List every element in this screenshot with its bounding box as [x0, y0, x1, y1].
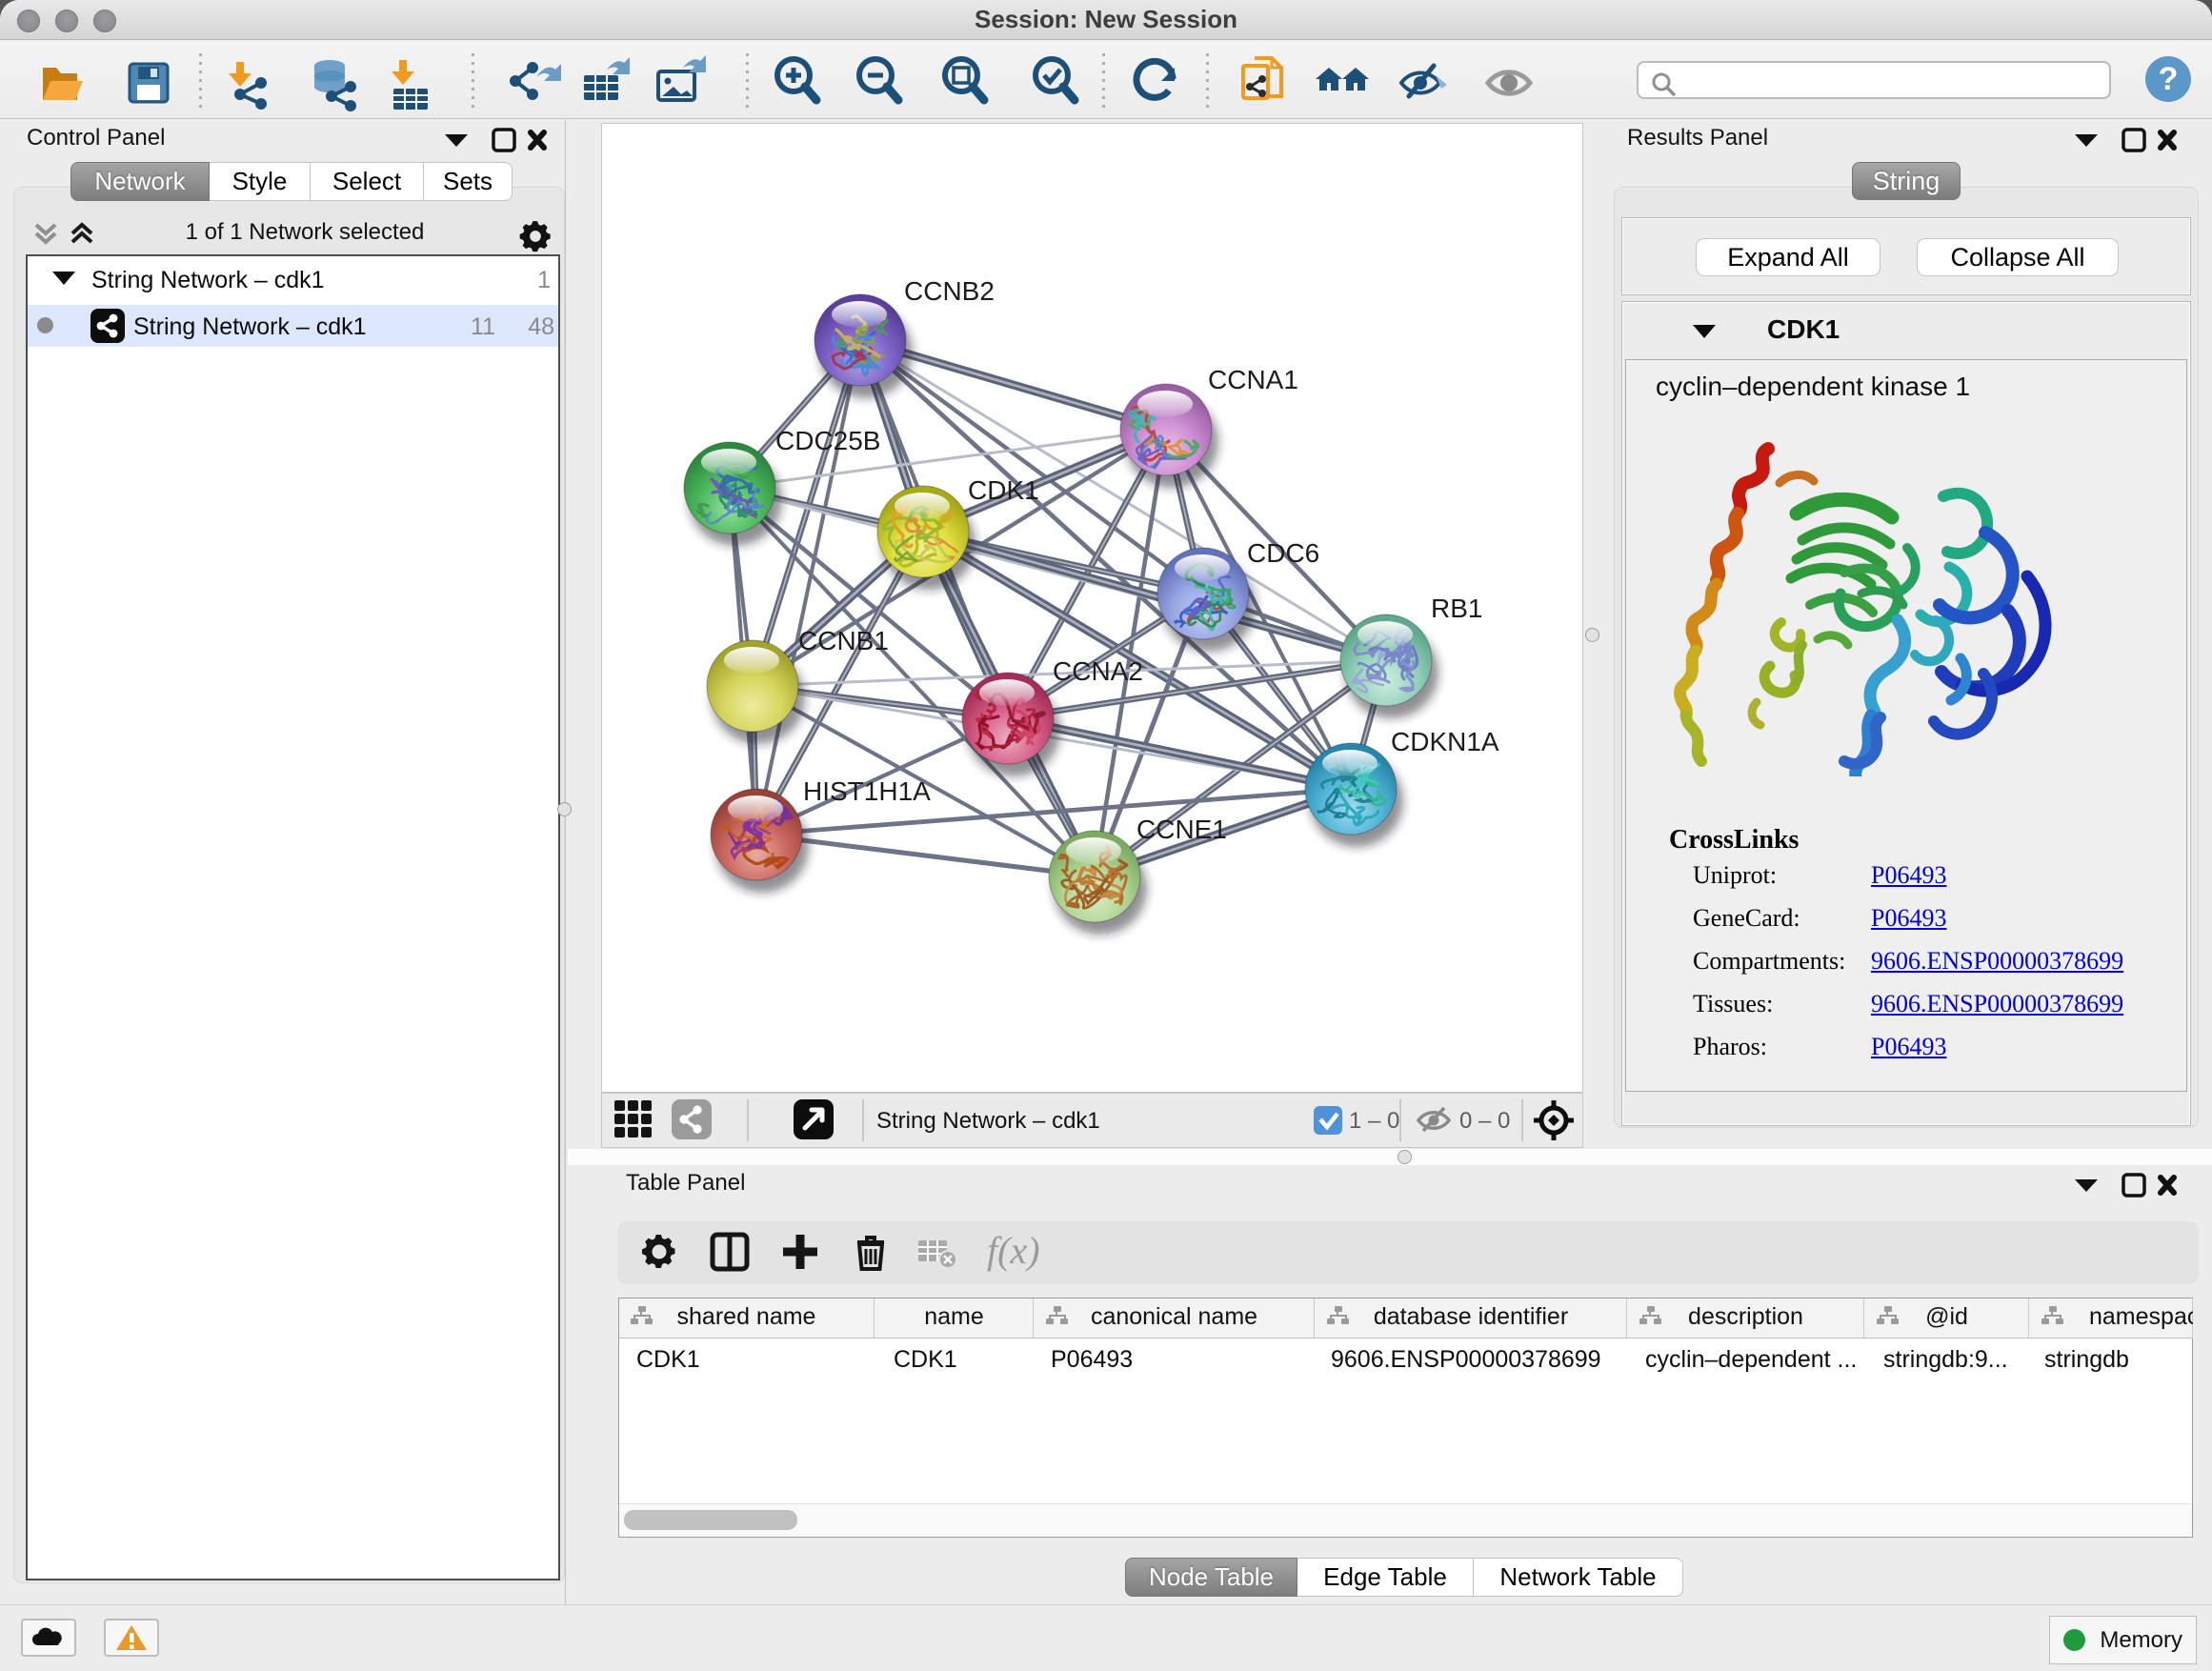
svg-text:f(x): f(x) — [987, 1231, 1040, 1272]
svg-text:HIST1H1A: HIST1H1A — [803, 776, 931, 806]
svg-text:CDC25B: CDC25B — [775, 426, 880, 455]
svg-text:CCNA2: CCNA2 — [1053, 656, 1143, 686]
svg-text:CCNB1: CCNB1 — [798, 626, 889, 655]
svg-text:RB1: RB1 — [1431, 594, 1482, 623]
svg-text:CDKN1A: CDKN1A — [1391, 727, 1499, 756]
svg-text:CDK1: CDK1 — [968, 475, 1039, 505]
svg-text:CDC6: CDC6 — [1247, 538, 1319, 568]
svg-text:CCNB2: CCNB2 — [904, 276, 995, 306]
svg-text:CCNE1: CCNE1 — [1136, 815, 1227, 844]
svg-text:CCNA1: CCNA1 — [1208, 365, 1298, 394]
